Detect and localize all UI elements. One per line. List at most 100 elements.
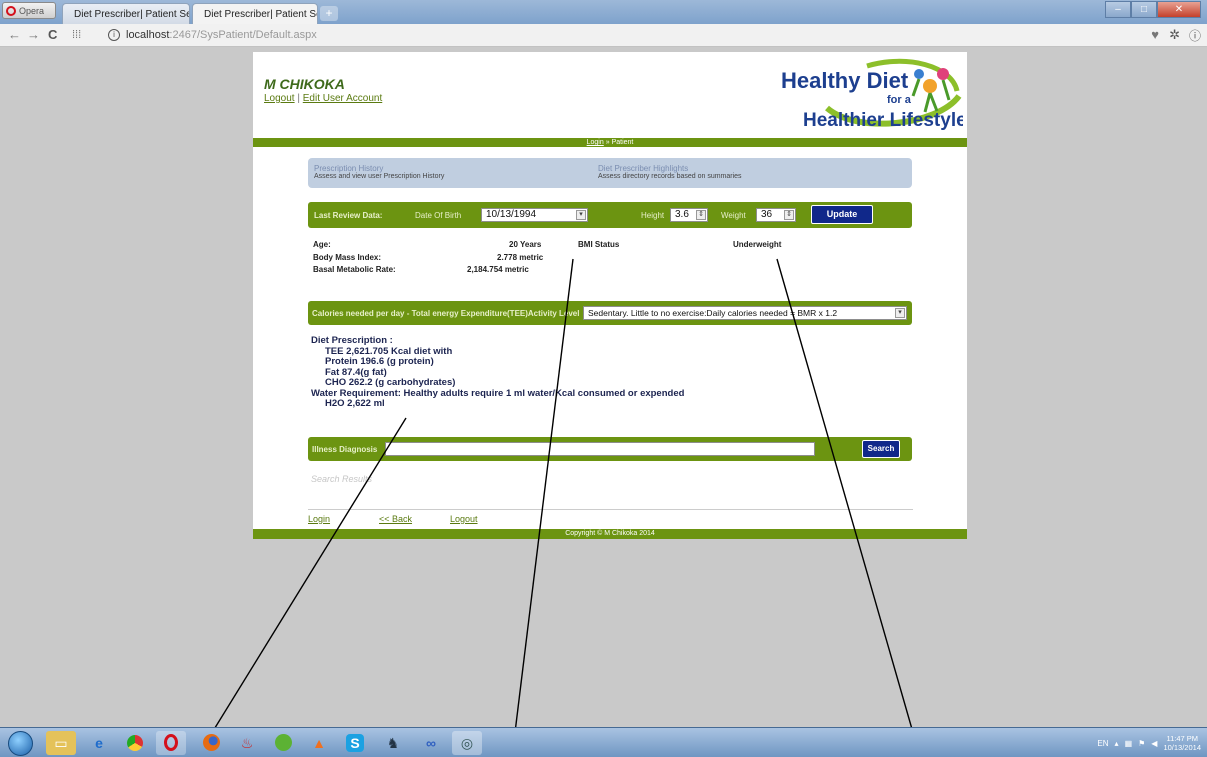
opera-icon[interactable]: [156, 731, 186, 755]
bmi-label: Body Mass Index:: [313, 253, 382, 262]
app-icon[interactable]: ◎: [452, 731, 482, 755]
maximize-button[interactable]: □: [1131, 1, 1157, 18]
activity-selected: Sedentary. Little to no exercise:Daily c…: [588, 308, 838, 318]
filezilla-icon[interactable]: ♨: [232, 731, 262, 755]
info-panel: Prescription History Assess and view use…: [308, 158, 912, 188]
weight-value: 36: [761, 209, 773, 220]
edit-account-link[interactable]: Edit User Account: [303, 93, 382, 104]
utorrent-icon[interactable]: [268, 731, 298, 755]
clock[interactable]: 11:47 PM 10/13/2014: [1163, 734, 1201, 752]
height-label: Height: [641, 211, 665, 220]
skype-icon[interactable]: S: [340, 731, 370, 755]
prescription-protein: Protein 196.6 (g protein): [325, 356, 434, 367]
activity-select[interactable]: Sedentary. Little to no exercise:Daily c…: [583, 306, 907, 320]
spinner-icon[interactable]: ⇕: [784, 210, 794, 220]
explorer-icon[interactable]: ▭: [46, 731, 76, 755]
breadcrumb-login[interactable]: Login: [587, 139, 604, 146]
address-bar: ← → C ⁞⁞⁞ i localhost:2467/SysPatient/De…: [0, 24, 1207, 47]
window-close-button[interactable]: ✕: [1157, 1, 1201, 18]
opera-menu-button[interactable]: Opera: [2, 2, 56, 19]
chevron-down-icon[interactable]: ▾: [576, 210, 586, 220]
speed-dial-icon[interactable]: ⁞⁞⁞: [72, 29, 81, 41]
clock-date: 10/13/2014: [1163, 743, 1201, 752]
forward-arrow-icon[interactable]: →: [27, 27, 40, 42]
breadcrumb: Login » Patient: [253, 138, 967, 147]
clock-time: 11:47 PM: [1166, 734, 1198, 743]
logo-line2: for a: [887, 94, 912, 106]
history-subtitle: Assess and view user Prescription Histor…: [314, 173, 445, 180]
tab-title: Diet Prescriber| Patient Se: [204, 8, 318, 20]
browser-tab-active[interactable]: Diet Prescriber| Patient Se ✕: [192, 3, 318, 24]
breadcrumb-separator: »: [605, 139, 610, 146]
footer-back-link[interactable]: << Back: [379, 514, 412, 524]
diagnosis-input[interactable]: [385, 442, 815, 456]
highlights-subtitle: Assess directory records based on summar…: [598, 173, 742, 180]
firefox-icon[interactable]: [196, 731, 226, 755]
chevron-down-icon[interactable]: ▾: [895, 308, 905, 318]
activity-label: Calories needed per day - Total energy E…: [312, 309, 580, 318]
link-separator: |: [297, 93, 300, 104]
flag-icon[interactable]: ⚑: [1138, 739, 1145, 748]
highlights-title[interactable]: Diet Prescriber Highlights: [598, 164, 742, 173]
height-value: 3.6: [675, 209, 689, 220]
prescription-cho: CHO 262.2 (g carbohydrates): [325, 377, 456, 388]
web-page: M CHIKOKA Logout | Edit User Account Hea…: [253, 52, 967, 539]
age-value: 20 Years: [509, 240, 542, 249]
last-review-label: Last Review Data:: [314, 211, 383, 220]
visual-studio-icon[interactable]: ∞: [416, 731, 446, 755]
heart-icon[interactable]: ♥: [1151, 27, 1159, 42]
browser-tab[interactable]: Diet Prescriber| Patient Se ✕: [62, 3, 190, 24]
bmi-value: 2.778 metric: [497, 253, 544, 262]
dob-label: Date Of Birth: [415, 211, 462, 220]
start-button[interactable]: [8, 731, 33, 756]
dob-select[interactable]: 10/13/1994 ▾: [481, 208, 588, 222]
update-button[interactable]: Update: [811, 205, 873, 224]
spinner-icon[interactable]: ⇕: [696, 210, 706, 220]
weight-label: Weight: [721, 211, 746, 220]
search-button[interactable]: Search: [862, 440, 900, 458]
language-indicator[interactable]: EN: [1097, 739, 1108, 748]
highlights-item[interactable]: Diet Prescriber Highlights Assess direct…: [598, 164, 742, 180]
weight-stepper[interactable]: 36 ⇕: [756, 208, 796, 222]
diet-prescription: Diet Prescription : TEE 2,621.705 Kcal d…: [311, 335, 684, 410]
chrome-icon[interactable]: [120, 731, 150, 755]
opera-menu-label: Opera: [19, 5, 45, 16]
footer-login-link[interactable]: Login: [308, 514, 330, 524]
bmi-status-value: Underweight: [733, 240, 782, 249]
age-label: Age:: [313, 240, 331, 249]
prescription-title: Diet Prescription :: [311, 335, 393, 346]
info-icon[interactable]: ⓘ: [1189, 27, 1201, 44]
breadcrumb-current: Patient: [611, 139, 634, 146]
ie-icon[interactable]: e: [84, 731, 114, 755]
network-icon[interactable]: ▦: [1125, 739, 1133, 748]
bmr-label: Basal Metabolic Rate:: [313, 265, 396, 274]
tab-title: Diet Prescriber| Patient Se: [74, 8, 190, 20]
diagnosis-panel: Illness Diagnosis Search: [308, 437, 912, 461]
volume-icon[interactable]: ◀: [1151, 739, 1157, 748]
logo-line3: Healthier Lifestyle: [803, 110, 963, 131]
settings-icon[interactable]: ✲: [1169, 27, 1180, 43]
history-item[interactable]: Prescription History Assess and view use…: [314, 164, 444, 180]
user-links: Logout | Edit User Account: [264, 93, 382, 104]
window-controls: – □ ✕: [1105, 1, 1201, 18]
reload-icon[interactable]: C: [48, 27, 57, 42]
height-stepper[interactable]: 3.6 ⇕: [670, 208, 708, 222]
browser-titlebar: Opera Diet Prescriber| Patient Se ✕ Diet…: [0, 0, 1207, 24]
logout-link[interactable]: Logout: [264, 93, 295, 104]
bmr-value: 2,184.754 metric: [467, 265, 529, 274]
dob-value: 10/13/1994: [486, 209, 537, 220]
search-results: Search Results: [311, 474, 373, 484]
minimize-button[interactable]: –: [1105, 1, 1131, 18]
system-tray: EN ▴ ▦ ⚑ ◀ 11:47 PM 10/13/2014: [1097, 732, 1201, 754]
vlc-icon[interactable]: ▲: [304, 731, 334, 755]
activity-panel: Calories needed per day - Total energy E…: [308, 301, 912, 325]
history-title[interactable]: Prescription History: [314, 164, 444, 173]
logo-line1: Healthy Diet: [781, 68, 909, 93]
footer-logout-link[interactable]: Logout: [450, 514, 478, 524]
url-field[interactable]: localhost:2467/SysPatient/Default.aspx: [126, 29, 317, 41]
new-tab-button[interactable]: +: [320, 6, 338, 21]
postgres-icon[interactable]: ♞: [378, 731, 408, 755]
back-arrow-icon[interactable]: ←: [8, 27, 21, 42]
chevron-up-icon[interactable]: ▴: [1115, 739, 1119, 748]
site-info-icon[interactable]: i: [108, 29, 120, 41]
